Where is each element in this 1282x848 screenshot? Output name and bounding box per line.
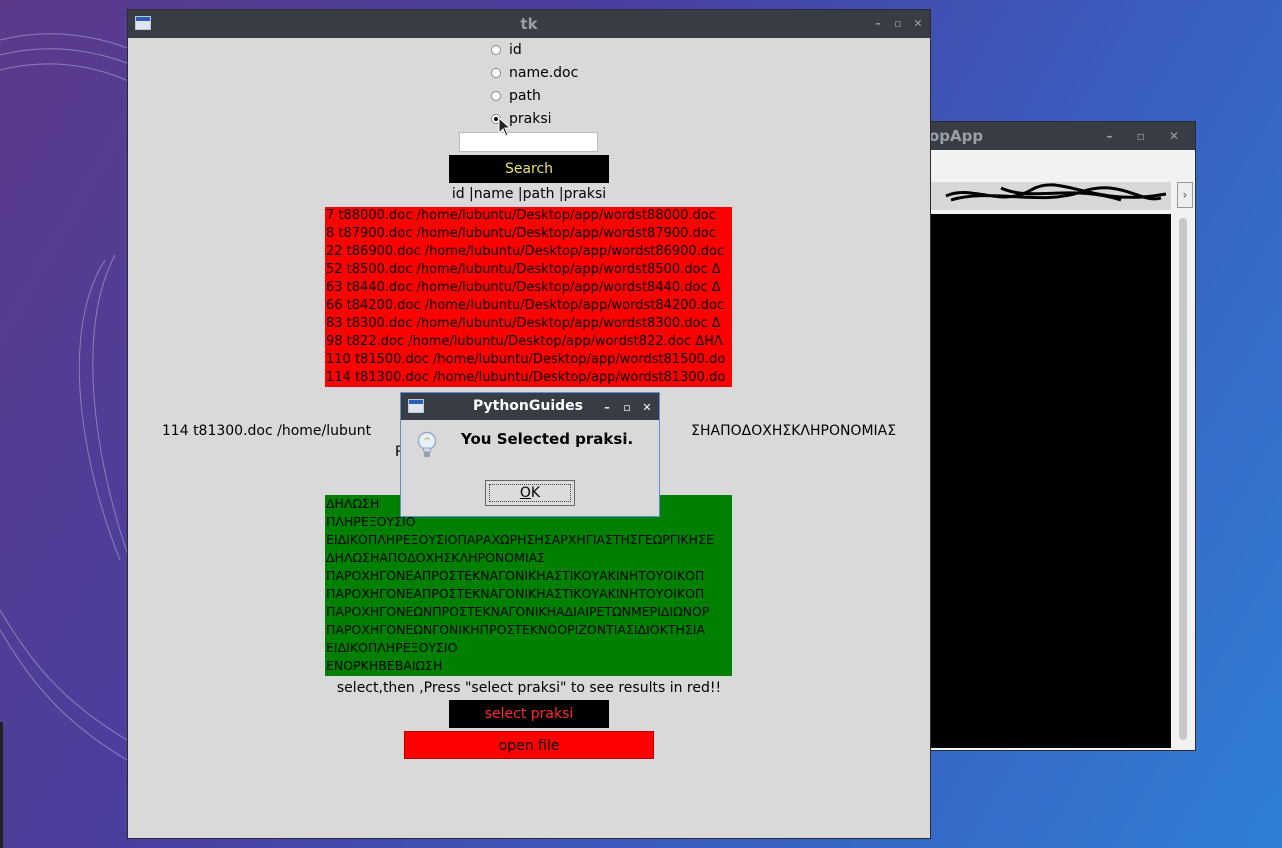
list-item[interactable]: ΔΗΛΩΣΗΑΠΟΔΟΧΗΣΚΛΗΡΟΝΟΜΙΑΣ	[325, 549, 732, 567]
list-item[interactable]: ΕΙΔΙΚΟΠΛΗΡΕΞΟΥΣΙΟ	[325, 639, 732, 657]
radio-button-icon[interactable]	[491, 91, 501, 101]
list-item[interactable]: 66 t84200.doc /home/lubuntu/Desktop/app/…	[325, 297, 732, 315]
redacted-scribble	[945, 183, 1167, 202]
radio-label: name.doc	[509, 65, 579, 81]
maximize-icon[interactable]: ▫	[892, 10, 904, 38]
list-item[interactable]: ΠΑΡΟΧΗΓΟΝΕΩΝΠΡΟΣΤΕΚΝΑΓΟΝΙΚΗΑΔΙΑΙΡΕΤΩΝΜΕΡ…	[325, 603, 732, 621]
radio-option-name-doc[interactable]: name.doc	[491, 65, 578, 81]
list-item[interactable]: 52 t8500.doc /home/lubuntu/Desktop/app/w…	[325, 261, 732, 279]
radio-option-path[interactable]: path	[491, 88, 541, 104]
radio-option-id[interactable]: id	[491, 42, 522, 58]
list-item[interactable]: 98 t822.doc /home/lubuntu/Desktop/app/wo…	[325, 333, 732, 351]
taskbar-edge	[0, 722, 3, 848]
main-window-controls[interactable]: – ▫ ✕	[872, 10, 924, 38]
selected-record-left: 114 t81300.doc /home/lubunt	[161, 423, 372, 439]
list-item[interactable]: 83 t8300.doc /home/lubuntu/Desktop/app/w…	[325, 315, 732, 333]
close-icon[interactable]: ✕	[641, 394, 653, 421]
background-app-title: opApp	[929, 127, 984, 145]
radio-label: id	[509, 42, 522, 58]
mouse-cursor-icon	[498, 117, 512, 137]
list-item[interactable]: 22 t86900.doc /home/lubuntu/Desktop/app/…	[325, 243, 732, 261]
columns-header-label: id |name |path |praksi	[451, 186, 607, 202]
list-item[interactable]: ΠΑΡΟΧΗΓΟΝΕΑΠΡΟΣΤΕΚΝΑΓΟΝΙΚΗΑΣΤΙΚΟΥΑΚΙΝΗΤΟ…	[325, 585, 732, 603]
list-item[interactable]: 7 t88000.doc /home/lubuntu/Desktop/app/w…	[325, 207, 732, 225]
minimize-icon[interactable]: –	[872, 10, 884, 38]
minimize-icon[interactable]: –	[601, 394, 613, 421]
list-item[interactable]: 63 t8440.doc /home/lubuntu/Desktop/app/w…	[325, 279, 732, 297]
search-input[interactable]	[459, 132, 598, 152]
results-listbox[interactable]: 7 t88000.doc /home/lubuntu/Desktop/app/w…	[325, 207, 732, 387]
main-window-titlebar[interactable]: tk – ▫ ✕	[128, 10, 930, 38]
ok-button-label: OK	[519, 485, 541, 501]
lightbulb-icon	[417, 431, 437, 457]
praksi-listbox[interactable]: ΔΗΛΩΣΗ ΠΛΗΡΕΞΟΥΣΙΟ ΕΙΔΙΚΟΠΛΗΡΕΞΟΥΣΙΟΠΑΡΑ…	[325, 495, 732, 676]
background-app-window-controls[interactable]: – ▫ ✕	[1106, 122, 1189, 150]
selected-record-right: ΣΗΑΠΟΔΟΧΗΣΚΛΗΡΟΝΟΜΙΑΣ	[691, 423, 897, 439]
instruction-label: select,then ,Press "select praksi" to se…	[336, 680, 722, 696]
message-dialog[interactable]: PythonGuides – ▫ ✕ You Selected praksi. …	[400, 392, 660, 517]
chevron-right-icon[interactable]: ›	[1177, 182, 1193, 208]
list-item[interactable]: 8 t87900.doc /home/lubuntu/Desktop/app/w…	[325, 225, 732, 243]
background-app-scrollbar[interactable]	[1179, 218, 1187, 740]
search-button[interactable]: Search	[449, 155, 609, 183]
list-item[interactable]: ΕΝΟΡΚΗΒΕΒΑΙΩΣΗ	[325, 657, 732, 675]
select-praksi-button[interactable]: select praksi	[449, 700, 609, 728]
close-icon[interactable]: ✕	[912, 10, 924, 38]
main-window-title: tk	[520, 15, 538, 33]
background-app-console	[931, 214, 1171, 748]
dialog-message: You Selected praksi.	[461, 430, 634, 448]
list-item[interactable]: ΠΑΡΟΧΗΓΟΝΕΑΠΡΟΣΤΕΚΝΑΓΟΝΙΚΗΑΣΤΙΚΟΥΑΚΙΝΗΤΟ…	[325, 567, 732, 585]
list-item[interactable]: ΕΙΔΙΚΟΠΛΗΡΕΞΟΥΣΙΟΠΑΡΑΧΩΡΗΣΗΣΑΡΧΗΓΙΑΣΤΗΣΓ…	[325, 531, 732, 549]
app-window-icon	[408, 399, 424, 413]
radio-button-icon[interactable]	[491, 68, 501, 78]
dialog-title: PythonGuides	[473, 398, 583, 414]
radio-label: path	[509, 88, 541, 104]
list-item[interactable]: 110 t81500.doc /home/lubuntu/Desktop/app…	[325, 351, 732, 369]
dialog-window-controls[interactable]: – ▫ ✕	[601, 393, 653, 421]
maximize-icon[interactable]: ▫	[621, 394, 633, 421]
radio-label: praksi	[509, 111, 552, 127]
list-item[interactable]: 114 t81300.doc /home/lubuntu/Desktop/app…	[325, 369, 732, 387]
background-app-titlebar[interactable]: opApp – ▫ ✕	[921, 122, 1195, 150]
list-item[interactable]: ΠΑΡΟΧΗΓΟΝΕΩΝΓΟΝΙΚΗΠΡΟΣΤΕΚΝΟΟΡΙΖΟΝΤΙΑΣΙΔΙ…	[325, 621, 732, 639]
ok-button[interactable]: OK	[485, 480, 575, 506]
background-app-window[interactable]: opApp – ▫ ✕ ›	[920, 121, 1196, 751]
dialog-titlebar[interactable]: PythonGuides – ▫ ✕	[401, 393, 659, 420]
open-file-button[interactable]: open file	[404, 731, 654, 759]
app-window-icon	[135, 16, 151, 30]
radio-button-icon[interactable]	[491, 45, 501, 55]
